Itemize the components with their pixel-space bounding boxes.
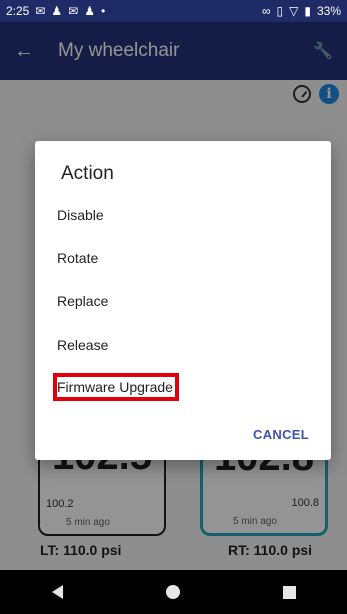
dialog-title: Action (61, 163, 114, 184)
battery-percent: 33% (316, 4, 341, 18)
highlight-box (53, 373, 179, 401)
link-icon: ∞ (261, 4, 271, 18)
battery-icon: ▮ (304, 4, 311, 18)
wifi-icon: ▽ (289, 4, 299, 18)
vibrate-icon: ▯ (276, 4, 284, 18)
dot-icon: • (101, 4, 106, 18)
clock: 2:25 (6, 4, 30, 18)
nav-home-icon[interactable] (165, 585, 180, 599)
person-icon: ♟ (51, 4, 63, 18)
action-release[interactable]: Release (57, 337, 108, 353)
cancel-button[interactable]: CANCEL (253, 427, 309, 442)
mail-icon: ✉ (35, 4, 46, 18)
action-rotate[interactable]: Rotate (57, 250, 98, 266)
mail-icon: ✉ (68, 4, 79, 18)
system-nav-bar (0, 570, 347, 614)
person-icon: ♟ (84, 4, 96, 18)
status-bar: 2:25 ✉ ♟ ✉ ♟ • ∞ ▯ ▽ ▮ 33% (0, 0, 347, 22)
nav-recents-icon[interactable] (282, 585, 296, 599)
action-replace[interactable]: Replace (57, 293, 108, 309)
action-dialog: Action Disable Rotate Replace Release Fi… (35, 141, 331, 460)
nav-back-icon[interactable] (51, 585, 63, 599)
action-disable[interactable]: Disable (57, 207, 104, 223)
